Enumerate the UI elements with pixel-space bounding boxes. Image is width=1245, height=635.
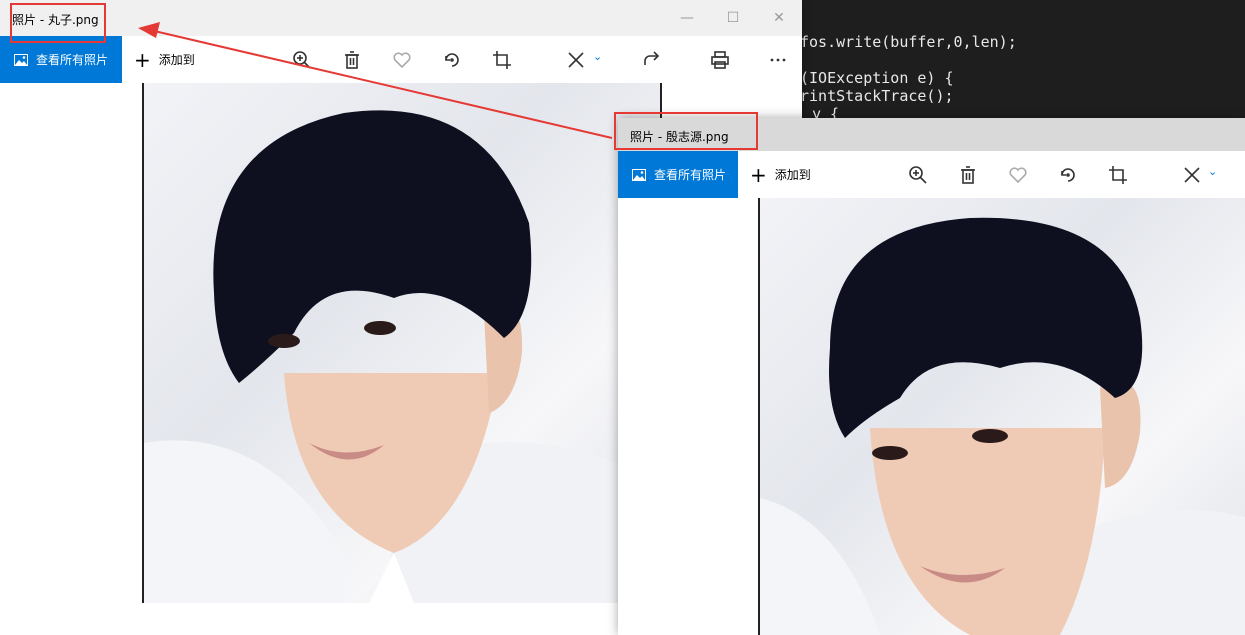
annotation-arrow <box>138 22 613 139</box>
